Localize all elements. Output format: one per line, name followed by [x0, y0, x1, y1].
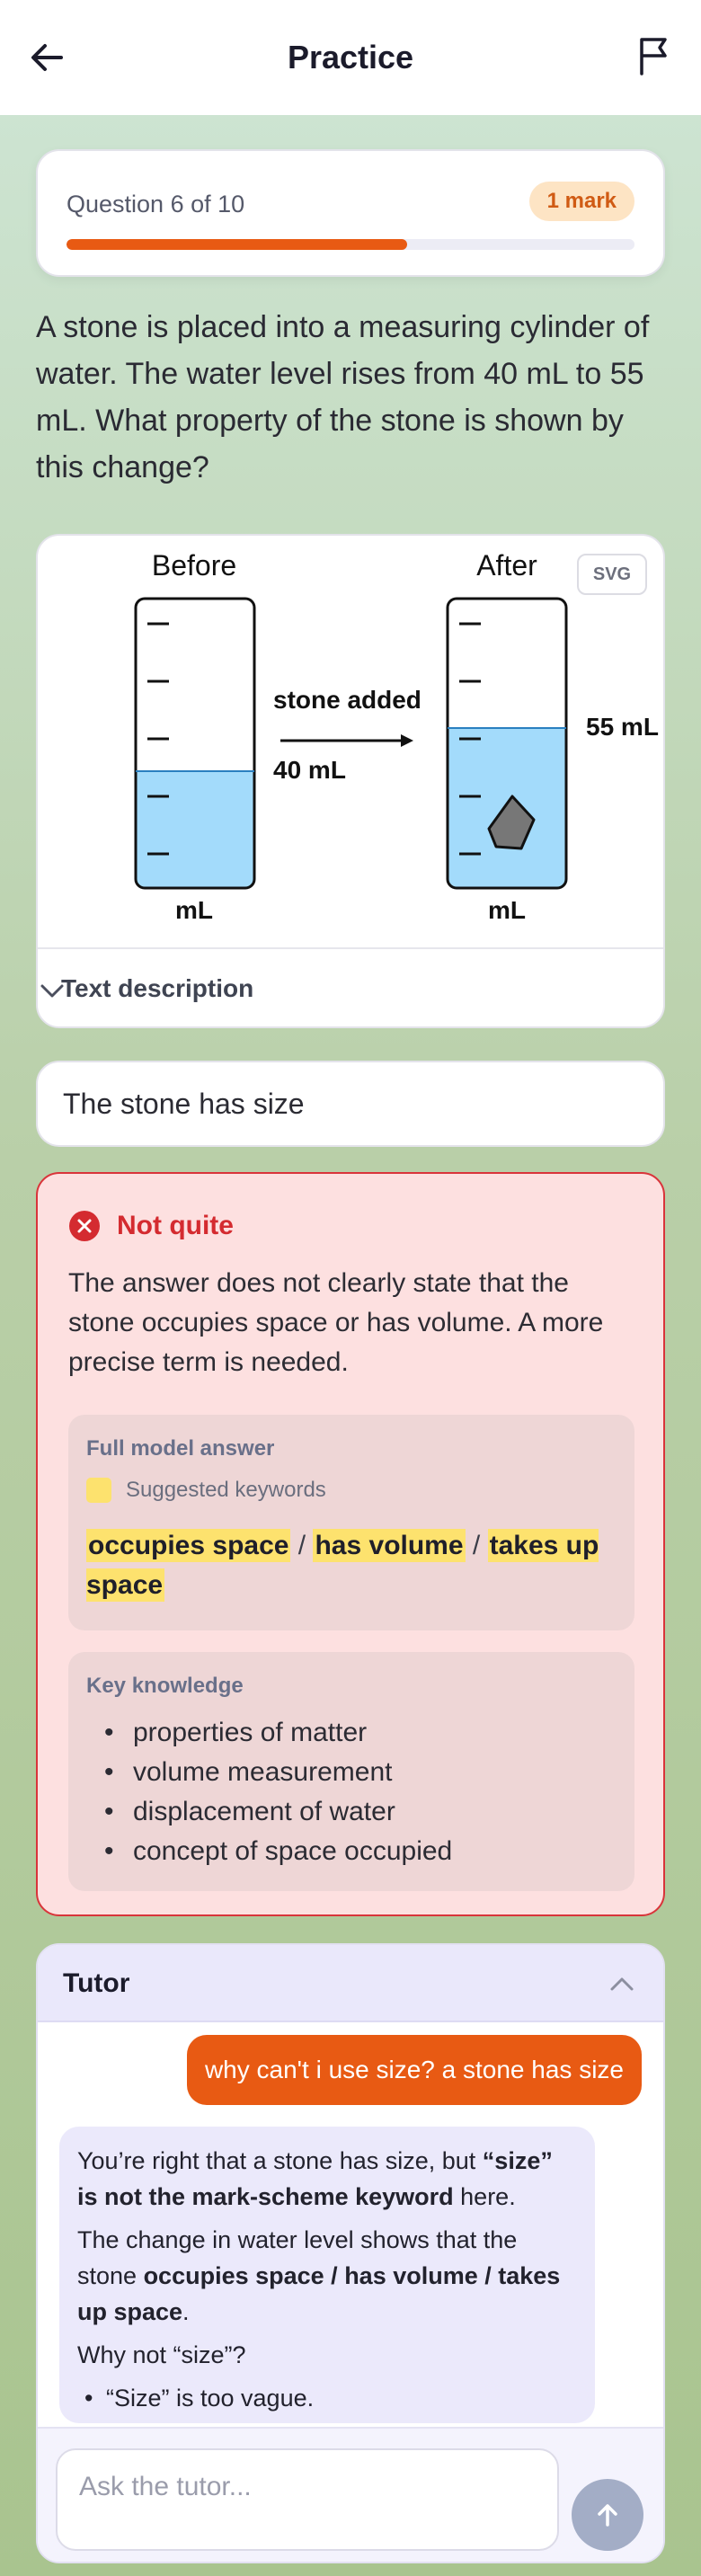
model-answer-title: Full model answer	[86, 1436, 275, 1461]
list-item: properties of matter	[104, 1713, 452, 1753]
marks-badge: 1 mark	[528, 182, 634, 221]
tutor-message-list: “Size” is too vague.	[77, 2380, 577, 2416]
model-answer-panel: Full model answer Suggested keywords occ…	[68, 1415, 634, 1630]
error-x-icon	[69, 1211, 100, 1241]
list-item: displacement of water	[104, 1792, 452, 1832]
chevron-up-icon[interactable]	[608, 1970, 636, 1999]
arrow-head	[401, 734, 413, 747]
after-label: After	[476, 549, 537, 582]
arrow-up-icon	[598, 2504, 617, 2527]
tutor-message-paragraph: The change in water level shows that the…	[77, 2226, 561, 2325]
tutor-input-bar: Ask the tutor...	[38, 2427, 663, 2562]
key-knowledge-panel: Key knowledge properties of matter volum…	[68, 1652, 634, 1891]
after-unit-label: mL	[488, 896, 526, 924]
send-button[interactable]	[572, 2479, 643, 2551]
arrow-label: stone added	[273, 686, 421, 714]
tutor-title: Tutor	[63, 1968, 130, 1998]
tutor-header[interactable]: Tutor	[38, 1945, 663, 2022]
key-knowledge-list: properties of matter volume measurement …	[104, 1713, 452, 1871]
key-knowledge-title: Key knowledge	[86, 1674, 244, 1698]
before-label: Before	[152, 549, 236, 582]
tutor-input[interactable]: Ask the tutor...	[56, 2448, 559, 2551]
list-item: volume measurement	[104, 1753, 452, 1792]
page-title: Practice	[287, 39, 414, 76]
measuring-cylinder-diagram: Before After mL stone added 40 mL mL 55 …	[134, 549, 659, 924]
text-description-label: Text description	[61, 974, 254, 1002]
answer-field[interactable]: The stone has size	[36, 1061, 665, 1147]
keyword-swatch	[86, 1478, 111, 1503]
after-cylinder	[446, 597, 568, 890]
feedback-header: Not quite	[68, 1210, 234, 1242]
before-water	[136, 771, 254, 888]
keyword-separator: /	[472, 1531, 481, 1560]
svg-format-badge[interactable]: SVG	[577, 554, 647, 595]
feedback-panel: Not quite The answer does not clearly st…	[36, 1172, 665, 1916]
keywords-legend-label: Suggested keywords	[126, 1478, 326, 1502]
keyword-list: occupies space / has volume / takes up s…	[86, 1526, 626, 1605]
tutor-panel: Tutor why can't i use size? a stone has …	[36, 1943, 665, 2563]
question-counter: Question 6 of 10	[67, 191, 245, 218]
before-unit-label: mL	[175, 896, 213, 924]
before-level-label: 40 mL	[273, 756, 346, 784]
progress-bar-fill	[67, 239, 408, 250]
chevron-down-icon	[40, 984, 64, 998]
text-description-toggle[interactable]: Text description	[38, 949, 663, 1028]
keyword: occupies space	[86, 1529, 291, 1562]
before-cylinder	[134, 597, 256, 890]
progress-bar	[67, 239, 634, 250]
flag-icon[interactable]	[633, 34, 676, 77]
question-progress-card: Question 6 of 10 1 mark	[36, 149, 665, 277]
keyword: has volume	[313, 1529, 466, 1562]
feedback-status: Not quite	[117, 1211, 234, 1240]
tutor-message-paragraph: Why not “size”?	[77, 2341, 246, 2368]
tutor-message-bubble: You’re right that a stone has size, but …	[59, 2127, 595, 2423]
keyword-separator: /	[297, 1531, 306, 1560]
back-arrow-icon[interactable]	[25, 36, 68, 79]
question-text: A stone is placed into a measuring cylin…	[36, 310, 650, 484]
list-item: concept of space occupied	[104, 1832, 452, 1871]
list-item: “Size” is too vague.	[77, 2380, 577, 2416]
after-level-label: 55 mL	[586, 713, 659, 741]
top-bar: Practice	[0, 0, 701, 115]
keywords-legend: Suggested keywords	[86, 1478, 326, 1503]
feedback-message: The answer does not clearly state that t…	[68, 1268, 604, 1377]
tutor-message-paragraph: You’re right that a stone has size, but …	[77, 2147, 553, 2210]
user-message-bubble: why can't i use size? a stone has size	[186, 2035, 642, 2105]
figure-card: Before After mL stone added 40 mL mL 55 …	[36, 534, 665, 1028]
